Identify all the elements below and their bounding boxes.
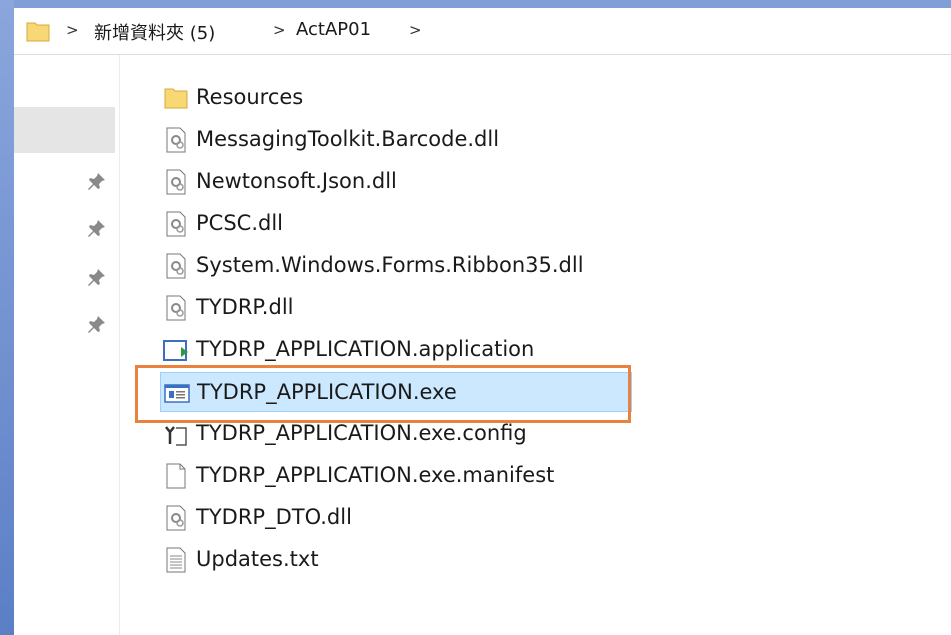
folder-icon	[164, 88, 188, 109]
application-manifest-icon	[163, 340, 188, 361]
config-file-icon	[165, 426, 187, 446]
file-name: PCSC.dll	[196, 211, 283, 235]
file-row-dll[interactable]: System.Windows.Forms.Ribbon35.dll	[160, 246, 632, 286]
file-row-dll[interactable]: PCSC.dll	[160, 204, 632, 244]
file-row-dll[interactable]: TYDRP_DTO.dll	[160, 498, 632, 538]
chevron-right-icon[interactable]: >	[273, 21, 286, 39]
dll-file-icon	[166, 211, 186, 237]
file-name: TYDRP_APPLICATION.application	[196, 337, 535, 361]
address-bar[interactable]: > 新增資料夾 (5) > ActAP01 >	[14, 8, 951, 55]
file-row-dll[interactable]: MessagingToolkit.Barcode.dll	[160, 120, 632, 160]
file-name: Newtonsoft.Json.dll	[196, 169, 397, 193]
file-name: TYDRP_APPLICATION.exe.config	[196, 421, 527, 445]
pin-icon[interactable]	[87, 267, 107, 287]
pin-icon[interactable]	[87, 171, 107, 191]
dll-file-icon	[166, 127, 186, 153]
pin-icon[interactable]	[87, 218, 107, 238]
file-name: MessagingToolkit.Barcode.dll	[196, 127, 500, 151]
dll-file-icon	[166, 505, 186, 531]
dll-file-icon	[166, 253, 186, 279]
dll-file-icon	[166, 169, 186, 195]
desktop-frame-top	[0, 0, 951, 8]
file-name: Updates.txt	[196, 547, 319, 571]
chevron-right-icon[interactable]: >	[409, 21, 422, 39]
file-row-dll[interactable]: TYDRP.dll	[160, 288, 632, 328]
file-name: TYDRP_DTO.dll	[196, 505, 352, 529]
file-row-manifest[interactable]: TYDRP_APPLICATION.exe.manifest	[160, 456, 632, 496]
file-name: TYDRP_APPLICATION.exe.manifest	[196, 463, 555, 487]
breadcrumb-segment[interactable]: 新增資料夾 (5)	[94, 19, 215, 45]
text-file-icon	[166, 547, 186, 573]
desktop-frame-left	[0, 0, 14, 635]
chevron-right-icon[interactable]: >	[66, 21, 79, 39]
breadcrumb-segment[interactable]: ActAP01	[296, 19, 371, 40]
file-row-text[interactable]: Updates.txt	[160, 540, 632, 580]
pin-icon[interactable]	[87, 314, 107, 334]
nav-item-selected[interactable]	[14, 107, 115, 153]
file-row-resources[interactable]: Resources	[160, 78, 632, 118]
file-name: Resources	[196, 85, 304, 109]
file-row-dll[interactable]: Newtonsoft.Json.dll	[160, 162, 632, 202]
file-name: System.Windows.Forms.Ribbon35.dll	[196, 253, 584, 277]
folder-icon	[26, 22, 50, 42]
file-row-config[interactable]: TYDRP_APPLICATION.exe.config	[160, 414, 632, 454]
navigation-pane	[14, 55, 120, 635]
blank-file-icon	[166, 463, 186, 489]
file-explorer-window: > 新增資料夾 (5) > ActAP01 > Resources Messag…	[14, 8, 951, 635]
file-name: TYDRP.dll	[196, 295, 294, 319]
file-row-application[interactable]: TYDRP_APPLICATION.application	[160, 330, 632, 370]
dll-file-icon	[166, 295, 186, 321]
